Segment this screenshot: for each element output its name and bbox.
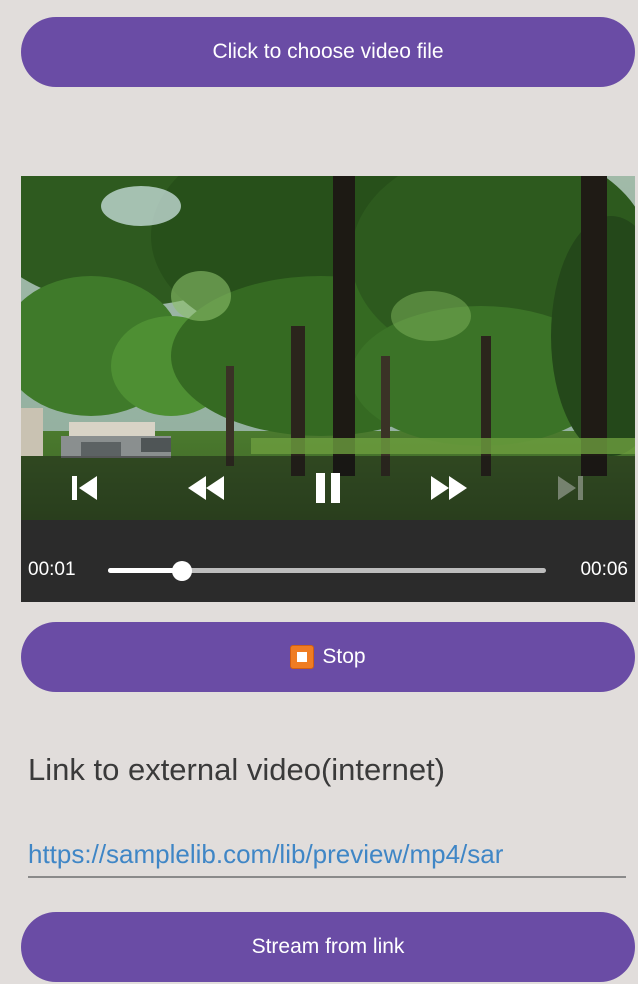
video-player[interactable]: 00:01 00:06	[21, 176, 635, 602]
stop-icon	[290, 645, 315, 669]
external-link-label: Link to external video(internet)	[28, 752, 446, 787]
rewind-icon	[188, 476, 224, 500]
stop-label: Stop	[322, 645, 366, 668]
fast-forward-button[interactable]	[427, 466, 471, 510]
video-url-input[interactable]	[28, 832, 626, 878]
stream-from-link-label: Stream from link	[251, 935, 405, 958]
seek-bar[interactable]	[108, 560, 546, 581]
stop-button[interactable]: Stop	[21, 622, 635, 692]
previous-icon	[72, 476, 97, 500]
fast-forward-icon	[431, 476, 467, 500]
previous-button[interactable]	[63, 466, 107, 510]
rewind-button[interactable]	[184, 466, 228, 510]
video-player-screen: Click to choose video file 00:01 00:06 S…	[0, 0, 638, 984]
timeline-bar	[21, 520, 635, 602]
stream-from-link-button[interactable]: Stream from link	[21, 912, 635, 982]
choose-video-file-label: Click to choose video file	[212, 40, 444, 63]
seek-thumb[interactable]	[172, 560, 193, 581]
next-icon	[558, 476, 583, 500]
pause-button[interactable]	[306, 466, 350, 510]
seek-progress	[108, 568, 183, 573]
next-button[interactable]	[548, 466, 592, 510]
total-time: 00:06	[580, 559, 628, 580]
choose-video-file-button[interactable]: Click to choose video file	[21, 17, 635, 87]
current-time: 00:01	[28, 559, 76, 580]
pause-icon	[316, 473, 340, 503]
